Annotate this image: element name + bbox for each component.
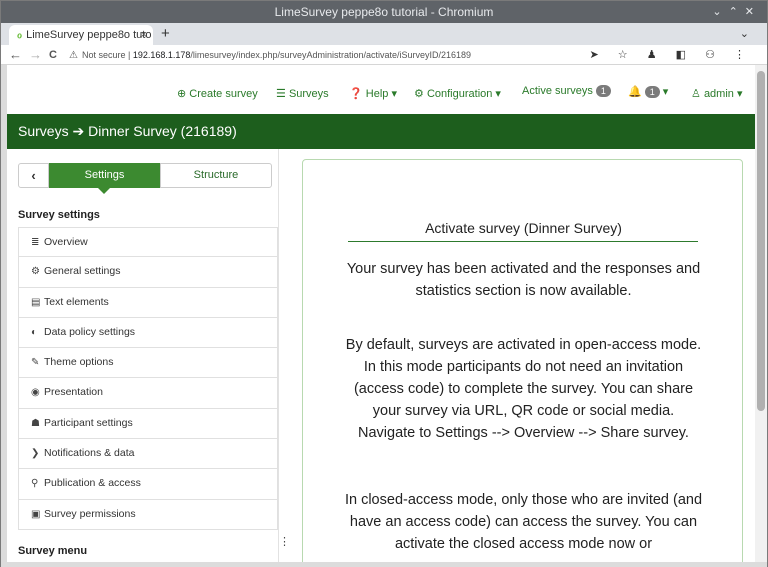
shield-icon: ◐ bbox=[31, 326, 38, 338]
browser-toolbar: ← → C ⚠ Not secure | 192.168.1.178/limesu… bbox=[1, 45, 767, 65]
close-window-icon[interactable]: ✕ bbox=[745, 6, 761, 18]
breadcrumb-current-survey[interactable]: Dinner Survey (216189) bbox=[88, 123, 237, 139]
window-titlebar: LimeSurvey peppe8o tutorial - Chromium ⌄… bbox=[1, 1, 767, 23]
sidebar-item-theme-options[interactable]: ✎ Theme options bbox=[18, 348, 278, 379]
activation-message: Your survey has been activated and the r… bbox=[346, 261, 701, 299]
page-scrollbar[interactable] bbox=[755, 65, 767, 562]
eye-slash-icon: ◉ bbox=[31, 387, 40, 399]
sidebar-resize-handle-icon[interactable]: ⋮ bbox=[279, 535, 290, 548]
page-title: Activate survey (Dinner Survey) bbox=[425, 220, 622, 236]
arrow-right-icon: ➔ bbox=[72, 123, 89, 139]
scrollbar-thumb[interactable] bbox=[757, 71, 765, 411]
toolbar-extension-icons[interactable]: ➤ ☆ ♟ ◧ ⚇ ⋮ bbox=[590, 45, 753, 65]
help-dropdown[interactable]: ❓ Help ▾ bbox=[349, 87, 397, 100]
plus-circle-icon: ⊕ bbox=[177, 88, 187, 100]
reload-icon[interactable]: C bbox=[49, 45, 57, 65]
notifications-badge: 1 bbox=[644, 86, 660, 98]
list-icon: ≣ bbox=[31, 237, 40, 248]
users-icon: ☗ bbox=[31, 417, 40, 429]
page-viewport: ⊕ Create survey ☰ Surveys ❓ Help ▾ ⚙ Con… bbox=[7, 65, 755, 562]
sidebar-item-notifications-data[interactable]: ❯ Notifications & data bbox=[18, 439, 278, 470]
survey-menu-heading: Survey menu bbox=[18, 545, 88, 557]
sidebar-item-general-settings[interactable]: ⚙ General settings bbox=[18, 257, 278, 288]
surveys-link[interactable]: ☰ Surveys bbox=[276, 87, 329, 100]
sidebar: ‹ Settings Structure Survey settings ≣ Ov… bbox=[7, 149, 279, 562]
window-controls[interactable]: ⌄⌃✕ bbox=[712, 1, 761, 23]
create-survey-link[interactable]: ⊕ Create survey bbox=[177, 87, 258, 100]
survey-settings-heading: Survey settings bbox=[18, 209, 100, 221]
configuration-dropdown[interactable]: ⚙ Configuration ▾ bbox=[414, 87, 501, 100]
sidebar-item-participant-settings[interactable]: ☗ Participant settings bbox=[18, 408, 278, 440]
sidebar-item-text-elements[interactable]: ▤ Text elements bbox=[18, 287, 278, 318]
sidebar-item-data-policy-settings[interactable]: ◐ Data policy settings bbox=[18, 317, 278, 349]
breadcrumb-surveys[interactable]: Surveys bbox=[18, 123, 69, 139]
file-text-icon: ▤ bbox=[31, 296, 41, 308]
browser-window: LimeSurvey peppe8o tutorial - Chromium ⌄… bbox=[0, 0, 768, 567]
cogs-icon: ⚙ bbox=[31, 266, 40, 278]
title-divider bbox=[348, 241, 698, 242]
notifications-dropdown[interactable]: 🔔 1 ▾ bbox=[628, 85, 668, 98]
chevron-left-icon: ‹ bbox=[31, 168, 36, 183]
collapse-sidebar-button[interactable]: ‹ bbox=[18, 163, 49, 188]
activate-survey-panel: Activate survey (Dinner Survey) Your sur… bbox=[302, 159, 743, 562]
warning-icon: ⚠ bbox=[69, 50, 78, 61]
active-surveys-badge: 1 bbox=[595, 85, 611, 97]
key-icon: ⚲ bbox=[31, 478, 39, 490]
minimize-icon[interactable]: ⌄ bbox=[712, 6, 728, 18]
bell-icon: 🔔 bbox=[628, 86, 642, 98]
security-label: Not secure bbox=[81, 50, 126, 60]
window-bottom-border bbox=[1, 562, 767, 567]
tab-structure[interactable]: Structure bbox=[160, 163, 272, 188]
browser-tab[interactable]: ℴ LimeSurvey peppe8o tuto × bbox=[9, 25, 153, 45]
forward-icon[interactable]: → bbox=[29, 45, 42, 65]
sidebar-item-presentation[interactable]: ◉ Presentation bbox=[18, 378, 278, 409]
limesurvey-favicon-icon: ℴ bbox=[17, 29, 23, 41]
url-host: 192.168.1.178 bbox=[132, 50, 191, 60]
active-surveys-link[interactable]: Active surveys 1 bbox=[522, 85, 611, 97]
admin-user-dropdown[interactable]: ♙ admin ▾ bbox=[691, 87, 742, 100]
window-title: LimeSurvey peppe8o tutorial - Chromium bbox=[274, 5, 494, 19]
cogs-icon: ⚙ bbox=[414, 88, 424, 100]
new-tab-button[interactable]: + bbox=[161, 25, 170, 43]
tab-title: LimeSurvey peppe8o tuto bbox=[26, 29, 152, 41]
list-icon: ☰ bbox=[276, 88, 286, 100]
lock-icon: ▣ bbox=[31, 508, 41, 520]
sidebar-item-survey-permissions[interactable]: ▣ Survey permissions bbox=[18, 499, 278, 530]
active-tab-caret bbox=[98, 188, 110, 194]
breadcrumb: Surveys ➔ Dinner Survey (216189) bbox=[7, 114, 755, 149]
sidebar-item-overview[interactable]: ≣ Overview bbox=[18, 227, 278, 258]
tab-close-icon[interactable]: × bbox=[141, 25, 147, 45]
open-access-info: By default, surveys are activated in ope… bbox=[345, 337, 702, 441]
paint-brush-icon: ✎ bbox=[31, 357, 40, 369]
sidebar-item-publication-access[interactable]: ⚲ Publication & access bbox=[18, 469, 278, 500]
question-icon: ❓ bbox=[349, 88, 363, 100]
user-icon: ♙ bbox=[691, 88, 701, 100]
tab-settings[interactable]: Settings bbox=[49, 163, 160, 194]
maximize-icon[interactable]: ⌃ bbox=[729, 6, 745, 18]
url-path: /limesurvey/index.php/surveyAdministrati… bbox=[190, 50, 472, 60]
top-navbar: ⊕ Create survey ☰ Surveys ❓ Help ▾ ⚙ Con… bbox=[7, 65, 755, 114]
rss-icon: ❯ bbox=[31, 448, 40, 460]
tab-search-icon[interactable]: ⌄ bbox=[740, 25, 749, 43]
closed-access-info: In closed-access mode, only those who ar… bbox=[344, 492, 703, 552]
survey-settings-menu: ≣ Overview ⚙ General settings ▤ Text elemen… bbox=[18, 227, 278, 530]
tab-strip: ℴ LimeSurvey peppe8o tuto × + ⌄ bbox=[1, 23, 767, 45]
back-icon[interactable]: ← bbox=[9, 45, 22, 65]
